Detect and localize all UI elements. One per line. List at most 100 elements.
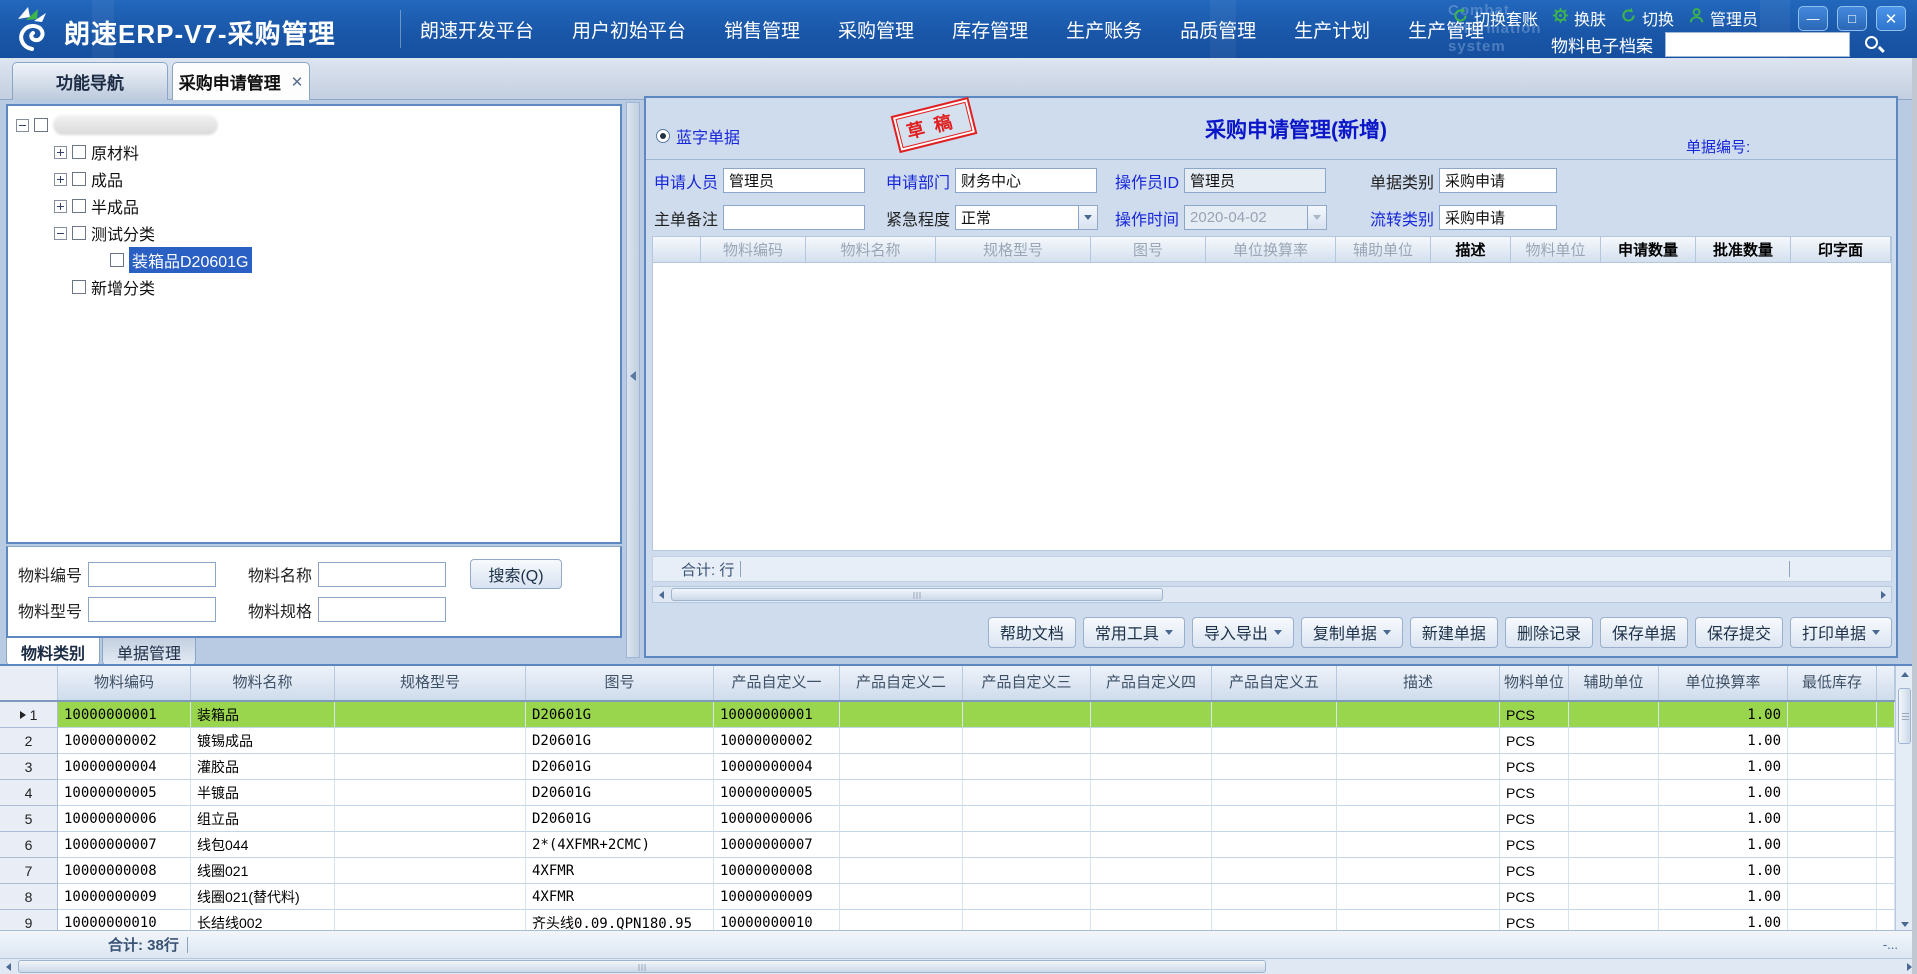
- column-header-最低库存[interactable]: 最低库存: [1788, 666, 1877, 700]
- scroll-left-icon[interactable]: [0, 959, 16, 974]
- tab-close-icon[interactable]: ✕: [291, 73, 304, 91]
- grid-horizontal-scrollbar[interactable]: [0, 958, 1917, 974]
- detail-horizontal-scrollbar[interactable]: [652, 586, 1892, 603]
- 常用工具-button[interactable]: 常用工具: [1083, 617, 1185, 648]
- material-spec-input[interactable]: [318, 597, 446, 622]
- footer-more-button[interactable]: -...: [1883, 937, 1898, 952]
- 申请人员-input[interactable]: [723, 168, 865, 193]
- 导入导出-button[interactable]: 导入导出: [1192, 617, 1294, 648]
- tree-checkbox[interactable]: [34, 118, 48, 132]
- tree-expand-icon[interactable]: [54, 200, 67, 213]
- row-selector-cell[interactable]: 4: [0, 780, 58, 806]
- column-header-辅助单位[interactable]: 辅助单位: [1569, 666, 1659, 700]
- detail-col-印字面[interactable]: 印字面: [1791, 237, 1891, 262]
- column-header-产品自定义四[interactable]: 产品自定义四: [1091, 666, 1212, 700]
- 保存提交-button[interactable]: 保存提交: [1695, 617, 1783, 648]
- column-header-产品自定义一[interactable]: 产品自定义一: [714, 666, 840, 700]
- top-menu-item-生产账务[interactable]: 生产账务: [1066, 16, 1142, 43]
- scroll-up-icon[interactable]: [1896, 666, 1912, 682]
- search-input[interactable]: [1665, 32, 1850, 57]
- table-row[interactable]: 610000000007线包0442*(4XFMR+2CMC)100000000…: [0, 832, 1895, 858]
- row-selector-cell[interactable]: 7: [0, 858, 58, 884]
- row-selector-cell[interactable]: 8: [0, 884, 58, 910]
- table-row[interactable]: 410000000005半镀品D20601G10000000005PCS1.00: [0, 780, 1895, 806]
- scrollbar-thumb[interactable]: [671, 588, 1163, 601]
- tree-collapse-icon[interactable]: [16, 119, 29, 132]
- row-selector-cell[interactable]: 1: [0, 702, 58, 728]
- detail-col-描述[interactable]: 描述: [1431, 237, 1511, 262]
- top-menu-item-品质管理[interactable]: 品质管理: [1180, 16, 1256, 43]
- top-menu-item-销售管理[interactable]: 销售管理: [724, 16, 800, 43]
- tree-node-成品[interactable]: 成品: [54, 168, 123, 190]
- column-header-产品自定义二[interactable]: 产品自定义二: [840, 666, 963, 700]
- tree-collapse-icon[interactable]: [54, 227, 67, 240]
- 新建单据-button[interactable]: 新建单据: [1410, 617, 1498, 648]
- detail-col-批准数量[interactable]: 批准数量: [1696, 237, 1791, 262]
- detail-col-物料编码[interactable]: 物料编码: [701, 237, 806, 262]
- panel-splitter[interactable]: [626, 102, 640, 658]
- row-selector-cell[interactable]: 5: [0, 806, 58, 832]
- scroll-down-icon[interactable]: [1896, 916, 1912, 930]
- minimize-button[interactable]: —: [1798, 6, 1828, 31]
- maximize-button[interactable]: □: [1837, 6, 1867, 31]
- 保存单据-button[interactable]: 保存单据: [1600, 617, 1688, 648]
- detail-col-图号[interactable]: 图号: [1091, 237, 1206, 262]
- table-row[interactable]: 110000000001装箱品D20601G10000000001PCS1.00: [0, 702, 1895, 728]
- search-button[interactable]: 搜索(Q): [470, 559, 562, 589]
- top-menu-item-库存管理[interactable]: 库存管理: [952, 16, 1028, 43]
- row-selector-cell[interactable]: 9: [0, 910, 58, 930]
- tree-checkbox[interactable]: [72, 280, 86, 294]
- tree-expand-icon[interactable]: [54, 173, 67, 186]
- top-menu-item-用户初始平台[interactable]: 用户初始平台: [572, 16, 686, 43]
- quick-action-换肤[interactable]: 换肤: [1552, 6, 1606, 30]
- column-header-物料单位[interactable]: 物料单位: [1500, 666, 1569, 700]
- column-header-规格型号[interactable]: 规格型号: [335, 666, 526, 700]
- left-tab-单据管理[interactable]: 单据管理: [102, 638, 196, 666]
- 单据类别-input[interactable]: [1439, 168, 1557, 193]
- tree-node-半成品[interactable]: 半成品: [54, 195, 139, 217]
- table-row[interactable]: 910000000010长结线002齐头线0.09.QPN180.9510000…: [0, 910, 1895, 930]
- quick-action-管理员[interactable]: 管理员: [1688, 6, 1758, 30]
- row-selector-cell[interactable]: 6: [0, 832, 58, 858]
- scrollbar-thumb[interactable]: [18, 960, 1266, 973]
- grid-vertical-scrollbar[interactable]: [1895, 666, 1912, 930]
- row-selector-cell[interactable]: 3: [0, 754, 58, 780]
- tree-root-node[interactable]: [16, 114, 218, 136]
- column-header-产品自定义三[interactable]: 产品自定义三: [963, 666, 1091, 700]
- detail-col-物料单位[interactable]: 物料单位: [1511, 237, 1601, 262]
- material-model-input[interactable]: [88, 597, 216, 622]
- close-button[interactable]: ✕: [1876, 6, 1906, 31]
- top-menu-item-采购管理[interactable]: 采购管理: [838, 16, 914, 43]
- table-row[interactable]: 510000000006组立品D20601G10000000006PCS1.00: [0, 806, 1895, 832]
- material-name-input[interactable]: [318, 562, 446, 587]
- search-icon[interactable]: [1864, 35, 1884, 55]
- tree-checkbox[interactable]: [72, 145, 86, 159]
- material-code-input[interactable]: [88, 562, 216, 587]
- quick-action-切换套账[interactable]: 切换套账: [1452, 6, 1538, 30]
- table-row[interactable]: 210000000002镀锡成品D20601G10000000002PCS1.0…: [0, 728, 1895, 754]
- tree-checkbox[interactable]: [72, 226, 86, 240]
- 申请部门-input[interactable]: [955, 168, 1097, 193]
- column-header-物料编码[interactable]: 物料编码: [58, 666, 191, 700]
- 主单备注-input[interactable]: [723, 205, 865, 230]
- table-row[interactable]: 310000000004灌胶品D20601G10000000004PCS1.00: [0, 754, 1895, 780]
- top-menu-item-生产计划[interactable]: 生产计划: [1294, 16, 1370, 43]
- 打印单据-button[interactable]: 打印单据: [1790, 617, 1892, 648]
- detail-col-申请数量[interactable]: 申请数量: [1601, 237, 1696, 262]
- tree-node-新增分类[interactable]: 新增分类: [54, 276, 155, 298]
- column-header-物料名称[interactable]: 物料名称: [191, 666, 335, 700]
- top-menu-item-朗速开发平台[interactable]: 朗速开发平台: [420, 16, 534, 43]
- table-row[interactable]: 810000000009线圈021(替代料)4XFMR10000000009PC…: [0, 884, 1895, 910]
- tree-node-原材料[interactable]: 原材料: [54, 141, 139, 163]
- scrollbar-thumb[interactable]: [1898, 688, 1911, 744]
- column-header-描述[interactable]: 描述: [1337, 666, 1500, 700]
- detail-col-物料名称[interactable]: 物料名称: [806, 237, 936, 262]
- tab-功能导航[interactable]: 功能导航: [12, 62, 168, 100]
- 流转类别-input[interactable]: [1439, 205, 1557, 230]
- tree-node-装箱品D20601G[interactable]: 装箱品D20601G: [92, 249, 252, 271]
- detail-col-规格型号[interactable]: 规格型号: [936, 237, 1091, 262]
- scroll-left-icon[interactable]: [653, 587, 669, 602]
- blue-doc-radio[interactable]: 蓝字单据: [656, 124, 740, 148]
- tree-checkbox[interactable]: [72, 199, 86, 213]
- tree-checkbox[interactable]: [72, 172, 86, 186]
